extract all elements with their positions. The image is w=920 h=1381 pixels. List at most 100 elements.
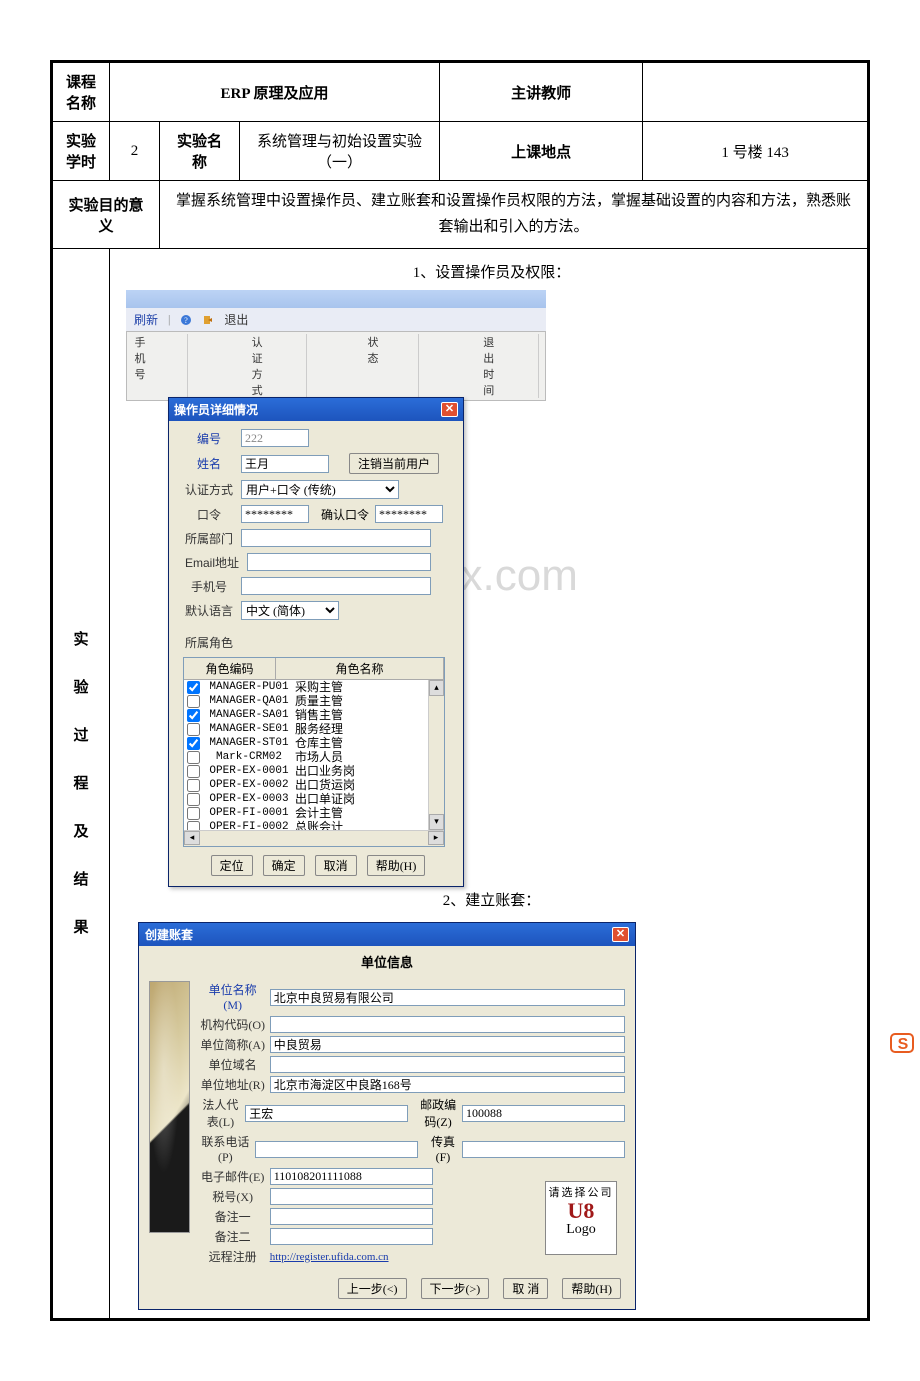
vertical-scrollbar[interactable]: ▴ ▾ [428,680,444,830]
tax-field[interactable] [270,1188,433,1205]
cancel-button[interactable]: 取消 [315,855,357,876]
scroll-up-icon[interactable]: ▴ [429,680,444,696]
role-checkbox[interactable] [187,807,200,820]
logout-button[interactable]: 注销当前用户 [349,453,439,474]
cancel2-button[interactable]: 取 消 [503,1278,548,1299]
role-item[interactable]: OPER-EX-0001出口业务岗 [184,764,444,778]
role-name: 市场人员 [295,750,343,764]
zip-label: 邮政编码(Z) [418,1096,458,1130]
dialog-titlebar[interactable]: 操作员详细情况 ✕ [169,398,463,421]
remark2-field[interactable] [270,1228,433,1245]
role-code: MANAGER-SE01 [203,722,295,736]
name-field[interactable] [241,455,329,473]
email2-field[interactable] [270,1168,433,1185]
roles-listbox: 角色编码 角色名称 ▴ ▾ MANAGER-PU01采购主管MANAGER-QA… [183,657,445,847]
role-code: OPER-EX-0001 [203,764,295,778]
role-checkbox[interactable] [187,695,200,708]
name-label: 姓名 [183,455,235,472]
role-name: 出口业务岗 [295,764,355,778]
role-item[interactable]: MANAGER-SA01销售主管 [184,708,444,722]
exit-icon[interactable] [202,314,214,326]
dept-label: 所属部门 [183,530,235,547]
role-item[interactable]: OPER-EX-0003出口单证岗 [184,792,444,806]
exit-button[interactable]: 退出 [224,311,248,328]
role-code: Mark-CRM02 [203,750,295,764]
role-checkbox[interactable] [187,737,200,750]
app-titlebar-bg [126,290,546,308]
abbr-field[interactable] [270,1036,625,1053]
zip-field[interactable] [462,1105,625,1122]
hours-value: 2 [110,122,160,181]
close-icon[interactable]: ✕ [612,927,629,942]
list-col-mobile: 手机号 [133,334,188,398]
id-label: 编号 [183,430,235,447]
purpose-text: 掌握系统管理中设置操作员、建立账套和设置操作员权限的方法，掌握基础设置的内容和方… [160,181,869,249]
role-code: MANAGER-ST01 [203,736,295,750]
domain-field[interactable] [270,1056,625,1073]
unit-name-field[interactable] [270,989,625,1006]
close-icon[interactable]: ✕ [441,402,458,417]
company-logo-box[interactable]: 请选择公司 U8 Logo [545,1181,617,1255]
role-checkbox[interactable] [187,723,200,736]
tax-label: 税号(X) [200,1188,266,1205]
role-checkbox[interactable] [187,793,200,806]
role-checkbox[interactable] [187,779,200,792]
role-checkbox[interactable] [187,765,200,778]
horizontal-scrollbar[interactable]: ◂ ▸ [184,830,444,846]
role-checkbox[interactable] [187,709,200,722]
prev-button[interactable]: 上一步(<) [338,1278,407,1299]
addr-field[interactable] [270,1076,625,1093]
legal-field[interactable] [245,1105,408,1122]
role-item[interactable]: MANAGER-ST01仓库主管 [184,736,444,750]
logo-text: Logo [546,1222,616,1238]
role-code: OPER-EX-0002 [203,778,295,792]
org-code-label: 机构代码(O) [200,1016,266,1033]
remark1-field[interactable] [270,1208,433,1225]
next-button[interactable]: 下一步(>) [421,1278,490,1299]
hours-label: 实验学时 [52,122,110,181]
help-button[interactable]: 帮助(H) [367,855,426,876]
email-field[interactable] [247,553,431,571]
mobile-field[interactable] [241,577,431,595]
place-value: 1 号楼 143 [643,122,869,181]
sogou-ime-icon[interactable]: S [889,1030,917,1058]
pwd2-field[interactable] [375,505,443,523]
role-item[interactable]: MANAGER-QA01质量主管 [184,694,444,708]
dept-field[interactable] [241,529,431,547]
org-code-field[interactable] [270,1016,625,1033]
wizard-image [149,981,190,1233]
help-icon[interactable]: ? [180,314,192,326]
remote-link[interactable]: http://register.ufida.com.cn [270,1251,389,1263]
role-item[interactable]: MANAGER-SE01服务经理 [184,722,444,736]
refresh-button[interactable]: 刷新 [134,311,158,328]
role-name: 出口单证岗 [295,792,355,806]
role-item[interactable]: OPER-EX-0002出口货运岗 [184,778,444,792]
locate-button[interactable]: 定位 [211,855,253,876]
role-item[interactable]: OPER-FI-0002总账会计 [184,820,444,830]
role-checkbox[interactable] [187,681,200,694]
dialog2-subtitle: 单位信息 [139,946,635,975]
pwd-field[interactable] [241,505,309,523]
operator-dialog: 操作员详细情况 ✕ 编号 姓名 注销当前用户 [168,397,464,887]
role-checkbox[interactable] [187,751,200,764]
fax-field[interactable] [462,1141,625,1158]
ok-button[interactable]: 确定 [263,855,305,876]
role-name: 总账会计 [295,820,343,830]
role-item[interactable]: MANAGER-PU01采购主管 [184,680,444,694]
role-item[interactable]: Mark-CRM02市场人员 [184,750,444,764]
id-field[interactable] [241,429,309,447]
teacher-value [643,62,869,122]
scroll-left-icon[interactable]: ◂ [184,831,200,845]
auth-select[interactable]: 用户+口令 (传统) [241,480,399,499]
role-item[interactable]: OPER-FI-0001会计主管 [184,806,444,820]
phone-field[interactable] [255,1141,418,1158]
role-checkbox[interactable] [187,821,200,831]
dialog2-titlebar[interactable]: 创建账套 ✕ [139,923,635,946]
role-code: OPER-FI-0002 [203,820,295,830]
help2-button[interactable]: 帮助(H) [562,1278,621,1299]
role-name: 服务经理 [295,722,343,736]
domain-label: 单位域名 [200,1056,266,1073]
lang-select[interactable]: 中文 (简体) [241,601,339,620]
scroll-right-icon[interactable]: ▸ [428,831,444,845]
scroll-down-icon[interactable]: ▾ [429,814,444,830]
